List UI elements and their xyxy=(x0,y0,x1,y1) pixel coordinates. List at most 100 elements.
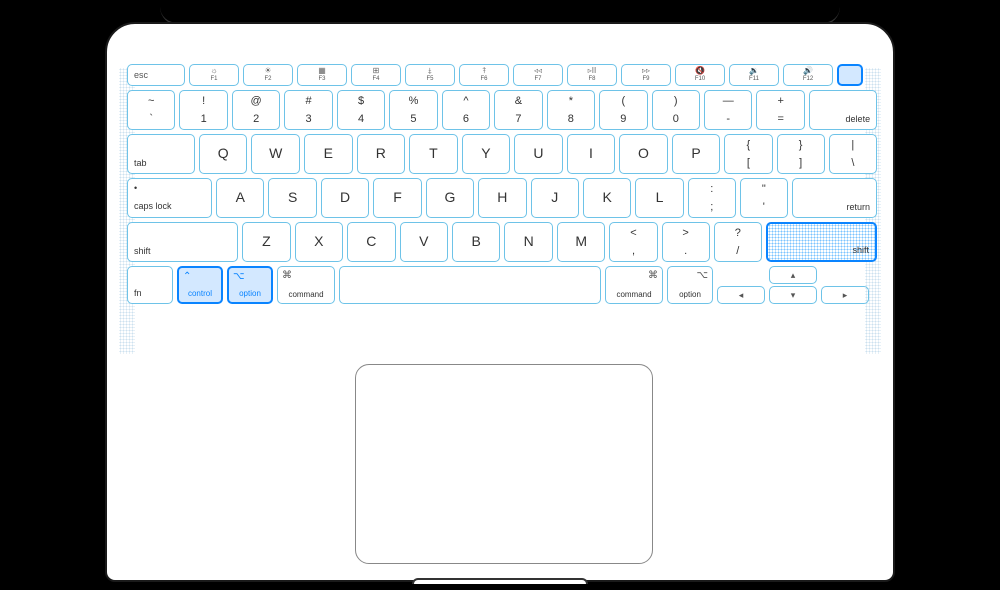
key-][interactable]: }] xyxy=(777,134,825,174)
key-0[interactable]: )0 xyxy=(652,90,700,130)
key-lower: / xyxy=(736,245,739,257)
key-command-left[interactable]: ⌘ command xyxy=(277,266,335,304)
row-modifiers: fn ⌃ control ⌥ option ⌘ command ⌘ comman… xyxy=(127,266,877,304)
key-p[interactable]: P xyxy=(672,134,721,174)
arrow-pad xyxy=(717,266,765,284)
key-punct[interactable]: <, xyxy=(609,222,657,262)
key-k[interactable]: K xyxy=(583,178,631,218)
fn-icon: ☀ xyxy=(264,67,271,75)
key-shift-left[interactable]: shift xyxy=(127,222,238,262)
key-f3[interactable]: ▦F3 xyxy=(297,64,347,86)
key-option-left[interactable]: ⌥ option xyxy=(227,266,273,304)
key-\[interactable]: |\ xyxy=(829,134,877,174)
key-o[interactable]: O xyxy=(619,134,668,174)
key-h[interactable]: H xyxy=(478,178,526,218)
key-s[interactable]: S xyxy=(268,178,316,218)
key-4[interactable]: $4 xyxy=(337,90,385,130)
key-a[interactable]: A xyxy=(216,178,264,218)
key-f10[interactable]: 🔇F10 xyxy=(675,64,725,86)
key-m[interactable]: M xyxy=(557,222,605,262)
key-f6[interactable]: ⤉F6 xyxy=(459,64,509,86)
key-f8[interactable]: ▹IIF8 xyxy=(567,64,617,86)
key-6[interactable]: ^6 xyxy=(442,90,490,130)
key-d[interactable]: D xyxy=(321,178,369,218)
key-lower: 5 xyxy=(410,113,416,125)
key-f1[interactable]: ☼F1 xyxy=(189,64,239,86)
key-f9[interactable]: ▹▹F9 xyxy=(621,64,671,86)
option-label: option xyxy=(679,291,701,300)
key-shift-right[interactable]: shift xyxy=(766,222,877,262)
key-r[interactable]: R xyxy=(357,134,406,174)
key-y[interactable]: Y xyxy=(462,134,511,174)
key-e[interactable]: E xyxy=(304,134,353,174)
key-arrow-up[interactable]: ▴ xyxy=(769,266,817,284)
trackpad[interactable] xyxy=(355,364,653,564)
key-9[interactable]: (9 xyxy=(599,90,647,130)
key-u[interactable]: U xyxy=(514,134,563,174)
key-n[interactable]: N xyxy=(504,222,552,262)
key-punct[interactable]: ?/ xyxy=(714,222,762,262)
key-b[interactable]: B xyxy=(452,222,500,262)
key-w[interactable]: W xyxy=(251,134,300,174)
key-8[interactable]: *8 xyxy=(547,90,595,130)
key-=[interactable]: += xyxy=(756,90,804,130)
key-upper: ~ xyxy=(148,95,154,107)
key-option-right[interactable]: ⌥ option xyxy=(667,266,713,304)
key-3[interactable]: #3 xyxy=(284,90,332,130)
key-esc[interactable]: esc xyxy=(127,64,185,86)
key-v[interactable]: V xyxy=(400,222,448,262)
key-return[interactable]: return xyxy=(792,178,877,218)
key-z[interactable]: Z xyxy=(242,222,290,262)
key-1[interactable]: !1 xyxy=(179,90,227,130)
command-label: command xyxy=(288,291,323,300)
key-i[interactable]: I xyxy=(567,134,616,174)
key-f11[interactable]: 🔉F11 xyxy=(729,64,779,86)
key-lower: = xyxy=(777,113,783,125)
key-[[interactable]: {[ xyxy=(724,134,772,174)
key-lower: 4 xyxy=(358,113,364,125)
key-l[interactable]: L xyxy=(635,178,683,218)
fn-icon: ⤈ xyxy=(428,67,432,75)
key-7[interactable]: &7 xyxy=(494,90,542,130)
key-q[interactable]: Q xyxy=(199,134,248,174)
fn-label: F8 xyxy=(588,76,595,83)
fn-icon: ⊞ xyxy=(373,67,380,75)
key-arrow-left[interactable]: ◂ xyxy=(717,286,765,304)
key-power[interactable] xyxy=(837,64,863,86)
key-tab[interactable]: tab xyxy=(127,134,195,174)
key-capslock[interactable]: • caps lock xyxy=(127,178,212,218)
fn-icon: ☼ xyxy=(210,67,217,75)
key-5[interactable]: %5 xyxy=(389,90,437,130)
key-f7[interactable]: ◃◃F7 xyxy=(513,64,563,86)
key-j[interactable]: J xyxy=(531,178,579,218)
key-punct[interactable]: :; xyxy=(688,178,736,218)
key-2[interactable]: @2 xyxy=(232,90,280,130)
row-function: esc ☼F1☀F2▦F3⊞F4⤈F5⤉F6◃◃F7▹IIF8▹▹F9🔇F10🔉… xyxy=(127,64,877,86)
key-arrow-right[interactable]: ▸ xyxy=(821,286,869,304)
key-f4[interactable]: ⊞F4 xyxy=(351,64,401,86)
option-icon: ⌥ xyxy=(233,271,245,282)
key-fn[interactable]: fn xyxy=(127,266,173,304)
key-f12[interactable]: 🔊F12 xyxy=(783,64,833,86)
key-arrow-down[interactable]: ▾ xyxy=(769,286,817,304)
key-spacebar[interactable] xyxy=(339,266,601,304)
key-f2[interactable]: ☀F2 xyxy=(243,64,293,86)
key-control-left[interactable]: ⌃ control xyxy=(177,266,223,304)
key-`[interactable]: ~` xyxy=(127,90,175,130)
key-punct[interactable]: >. xyxy=(662,222,710,262)
key-t[interactable]: T xyxy=(409,134,458,174)
key-x[interactable]: X xyxy=(295,222,343,262)
fn-label: F10 xyxy=(695,76,705,83)
key-upper: ^ xyxy=(463,95,468,107)
key--[interactable]: —- xyxy=(704,90,752,130)
key-lower: 3 xyxy=(306,113,312,125)
key-c[interactable]: C xyxy=(347,222,395,262)
key-delete[interactable]: delete xyxy=(809,90,877,130)
key-g[interactable]: G xyxy=(426,178,474,218)
key-f[interactable]: F xyxy=(373,178,421,218)
key-punct[interactable]: "' xyxy=(740,178,788,218)
key-f5[interactable]: ⤈F5 xyxy=(405,64,455,86)
key-command-right[interactable]: ⌘ command xyxy=(605,266,663,304)
key-lower: 0 xyxy=(673,113,679,125)
fn-icon: ▹II xyxy=(588,67,596,75)
